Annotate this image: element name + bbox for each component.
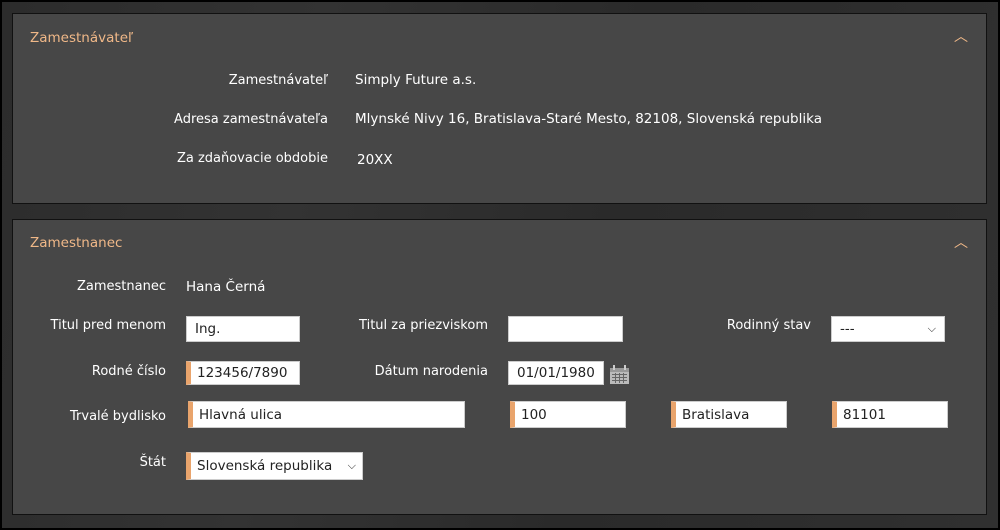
calendar-icon[interactable] bbox=[609, 365, 630, 385]
tax-period-label: Za zdaňovacie obdobie bbox=[176, 151, 328, 166]
zip-input[interactable]: 81101 bbox=[832, 401, 948, 428]
street-input[interactable]: Hlavná ulica bbox=[188, 401, 465, 428]
employer-address-label: Adresa zamestnávateľa bbox=[174, 112, 328, 127]
title-before-label: Titul pred menom bbox=[50, 318, 166, 333]
employee-section-title[interactable]: Zamestnanec bbox=[30, 235, 122, 251]
address-label: Trvalé bydlisko bbox=[70, 409, 166, 424]
employer-section-title[interactable]: Zamestnávateľ bbox=[30, 30, 133, 46]
tax-period-value: 20XX bbox=[357, 152, 393, 168]
chevron-down-icon: ⌵ bbox=[347, 459, 356, 472]
birth-number-label: Rodné číslo bbox=[91, 364, 166, 379]
birth-date-label: Dátum narodenia bbox=[374, 364, 488, 379]
title-after-input[interactable] bbox=[508, 316, 623, 342]
title-after-label: Titul za priezviskom bbox=[359, 318, 488, 333]
employer-value: Simply Future a.s. bbox=[355, 72, 477, 88]
house-number-input[interactable]: 100 bbox=[510, 401, 626, 428]
marital-status-value: --- bbox=[840, 321, 855, 337]
employer-panel: Zamestnávateľ ︿ Zamestnávateľ Simply Fut… bbox=[12, 13, 987, 204]
country-value: Slovenská republika bbox=[197, 458, 333, 474]
title-before-input[interactable]: Ing. bbox=[186, 316, 300, 342]
country-select[interactable]: Slovenská republika ⌵ bbox=[186, 452, 363, 480]
chevron-up-icon[interactable]: ︿ bbox=[954, 26, 968, 46]
marital-status-select[interactable]: --- ⌵ bbox=[831, 316, 945, 342]
chevron-down-icon: ⌵ bbox=[927, 322, 936, 335]
country-label: Štát bbox=[139, 455, 166, 470]
employee-name-label: Zamestnanec bbox=[77, 279, 166, 294]
city-input[interactable]: Bratislava bbox=[671, 401, 787, 428]
employer-label: Zamestnávateľ bbox=[228, 73, 328, 88]
marital-status-label: Rodinný stav bbox=[726, 318, 811, 333]
chevron-up-icon[interactable]: ︿ bbox=[954, 232, 968, 252]
birth-date-input[interactable]: 01/01/1980 bbox=[508, 361, 604, 385]
employee-name-value: Hana Černá bbox=[186, 279, 266, 295]
employer-address-value: Mlynské Nivy 16, Bratislava-Staré Mesto,… bbox=[355, 111, 822, 127]
birth-number-input[interactable]: 123456/7890 bbox=[186, 361, 300, 385]
